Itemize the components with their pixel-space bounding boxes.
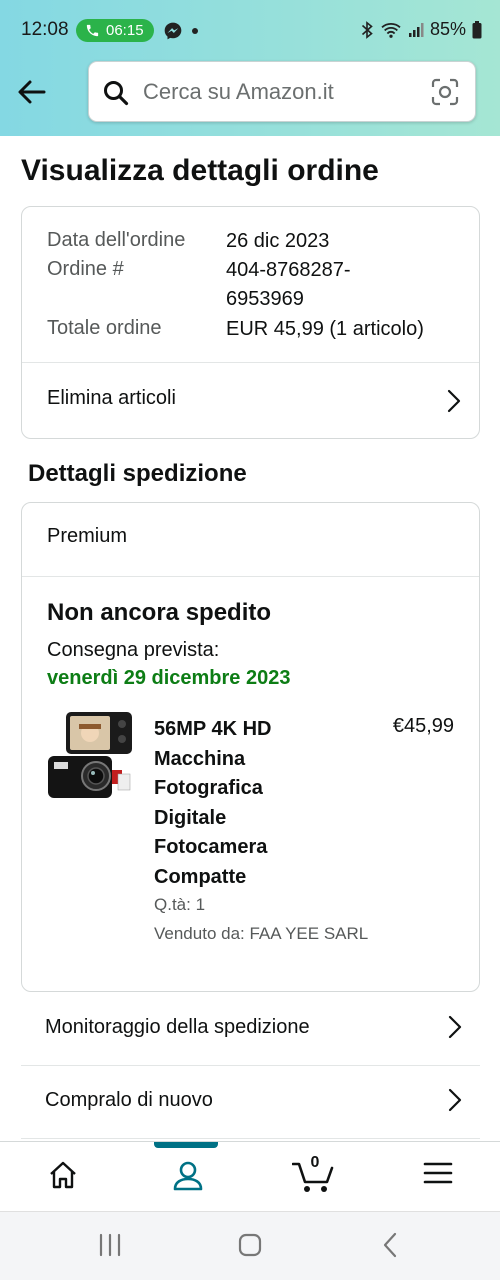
- cart-count: 0: [310, 1154, 320, 1171]
- search-icon: [104, 81, 129, 106]
- delete-items-row[interactable]: Elimina articoli: [22, 363, 479, 439]
- signal-icon: [408, 22, 424, 37]
- order-total-label: Totale ordine: [47, 317, 162, 339]
- product-title-line: Fotocamera: [154, 836, 268, 858]
- search-bar[interactable]: [88, 61, 476, 122]
- product-quantity: Q.tà: 1: [154, 895, 206, 914]
- messenger-icon: [164, 22, 182, 40]
- divider: [22, 576, 479, 577]
- recent-apps-icon[interactable]: [98, 1230, 122, 1260]
- product-title-line: Fotografica: [154, 777, 263, 799]
- product-price: €45,99: [392, 715, 454, 737]
- nav-account[interactable]: [125, 1142, 250, 1212]
- call-indicator[interactable]: 06:15: [76, 19, 154, 42]
- track-shipment-label: Monitoraggio della spedizione: [45, 1016, 310, 1038]
- call-timer: 06:15: [106, 22, 144, 39]
- product-title-line: Digitale: [154, 806, 227, 829]
- nav-cart[interactable]: [250, 1142, 375, 1212]
- nav-home[interactable]: [0, 1142, 125, 1212]
- home-icon: [49, 1161, 76, 1189]
- status-time: 12:08: [21, 19, 69, 40]
- product-image[interactable]: [46, 710, 136, 802]
- app-header: 12:08 06:15 85%: [0, 0, 500, 136]
- order-number-label: Ordine #: [47, 258, 124, 280]
- shipment-card: Premium Non ancora spedito Consegna prev…: [21, 502, 480, 992]
- back-button-icon[interactable]: [380, 1230, 400, 1260]
- shipment-status: Non ancora spedito: [47, 599, 272, 626]
- chevron-right-icon: [448, 1015, 462, 1039]
- product-title-line: Compatte: [154, 865, 247, 888]
- order-number-value-1: 404-8768287-: [226, 259, 351, 281]
- order-summary-card: Data dell'ordine 26 dic 2023 Ordine # 40…: [21, 206, 480, 439]
- shipping-section-title: Dettagli spedizione: [28, 460, 247, 487]
- battery-percent: 85%: [429, 19, 466, 39]
- status-right: 85%: [360, 19, 482, 40]
- bottom-nav: 0: [0, 1141, 500, 1211]
- chevron-right-icon: [448, 1088, 462, 1112]
- system-navigation-bar: [0, 1211, 500, 1280]
- product-seller: Venduto da: FAA YEE SARL: [154, 924, 369, 943]
- status-bar: 12:08 06:15 85%: [0, 0, 500, 60]
- buy-again-label: Compralo di nuovo: [45, 1089, 213, 1111]
- delete-items-label: Elimina articoli: [47, 387, 176, 409]
- buy-again-row[interactable]: Compralo di nuovo: [21, 1066, 480, 1139]
- product-title-line: 56MP 4K HD: [154, 718, 272, 740]
- notification-dot: [192, 28, 198, 34]
- product-title[interactable]: 56MP 4K HD Macchina Fotografica Digitale…: [154, 715, 314, 892]
- order-total-value: EUR 45,99 (1 articolo): [226, 318, 424, 340]
- order-number-value-2: 6953969: [226, 288, 304, 310]
- nav-menu[interactable]: [375, 1142, 500, 1212]
- chevron-right-icon: [447, 389, 461, 413]
- camera-scan-icon[interactable]: [431, 78, 459, 106]
- search-input[interactable]: [143, 76, 413, 108]
- phone-icon: [86, 24, 99, 37]
- order-date-value: 26 dic 2023: [226, 230, 330, 252]
- wifi-icon: [381, 22, 401, 38]
- home-button-icon[interactable]: [237, 1230, 263, 1260]
- product-title-line: Macchina: [154, 747, 246, 770]
- hamburger-menu-icon: [423, 1162, 452, 1184]
- order-date-label: Data dell'ordine: [47, 229, 186, 251]
- track-shipment-row[interactable]: Monitoraggio della spedizione: [21, 993, 480, 1066]
- expected-delivery-label: Consegna prevista:: [47, 639, 220, 661]
- bluetooth-icon: [361, 20, 373, 39]
- user-icon: [173, 1161, 202, 1191]
- page-title: Visualizza dettagli ordine: [21, 154, 379, 187]
- battery-icon: [472, 20, 482, 38]
- expected-delivery-date: venerdì 29 dicembre 2023: [47, 667, 291, 689]
- shipping-service: Premium: [47, 525, 128, 547]
- back-arrow-icon[interactable]: [14, 74, 50, 110]
